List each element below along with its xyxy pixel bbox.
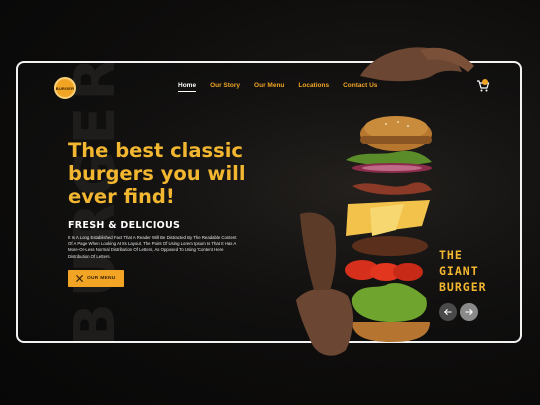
next-slide-button[interactable] [460, 303, 478, 321]
our-menu-label: OUR MENU [87, 276, 116, 281]
main-nav: Home Our Story Our Menu Locations Contac… [178, 82, 377, 92]
fork-knife-icon [76, 275, 83, 282]
feature-title-line3: BURGER [439, 280, 487, 294]
feature-title: THE GIANT BURGER [439, 247, 487, 295]
arrow-right-icon [465, 309, 473, 315]
hero-subheadline: FRESH & DELICIOUS [68, 220, 181, 231]
logo-text: BURGER [55, 85, 75, 91]
nav-item-locations[interactable]: Locations [298, 82, 329, 92]
brand-logo[interactable]: BURGER [54, 77, 76, 99]
feature-title-line1: THE [439, 248, 463, 262]
nav-item-home[interactable]: Home [178, 82, 197, 92]
our-menu-button[interactable]: OUR MENU [68, 270, 124, 287]
nav-item-our-story[interactable]: Our Story [210, 82, 240, 92]
nav-item-contact-us[interactable]: Contact Us [343, 82, 377, 92]
hero-frame: BURGER BURGER Home Our Story Our Menu Lo… [16, 61, 522, 343]
nav-item-our-menu[interactable]: Our Menu [254, 82, 284, 92]
hero-paragraph: It Is A Long Established Fact That A Rea… [68, 235, 237, 259]
feature-title-line2: GIANT [439, 264, 479, 278]
cart-badge [482, 79, 488, 85]
prev-slide-button[interactable] [439, 303, 457, 321]
hero-headline: The best classic burgers you will ever f… [68, 139, 246, 208]
arrow-left-icon [444, 309, 452, 315]
